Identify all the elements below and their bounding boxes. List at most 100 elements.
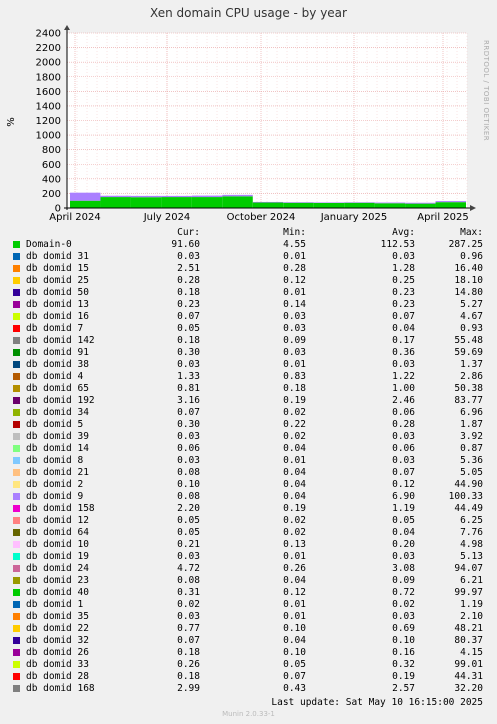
legend-swatch xyxy=(13,649,20,656)
legend-row: db domid 15 2.51 0.28 1.28 16.40 xyxy=(0,263,497,275)
legend-series-name: db domid 24 xyxy=(26,563,89,574)
legend-cur-value: 0.05 xyxy=(177,323,200,334)
legend-max-value: 99.97 xyxy=(454,587,483,598)
legend-series-name: db domid 13 xyxy=(26,299,89,310)
area-other-domains xyxy=(252,201,284,203)
legend-min-value: 0.03 xyxy=(283,347,306,358)
legend-min-value: 0.02 xyxy=(283,431,306,442)
area-domain-0 xyxy=(283,202,314,208)
legend-cur-value: 0.08 xyxy=(177,575,200,586)
x-tick-label: January 2025 xyxy=(320,212,388,223)
legend-series-name: db domid 31 xyxy=(26,251,89,262)
legend-series-name: db domid 7 xyxy=(26,323,84,334)
legend-swatch xyxy=(13,541,20,548)
legend-max-value: 100.33 xyxy=(448,491,483,502)
legend-min-value: 0.10 xyxy=(283,623,306,634)
legend-row: db domid 7 0.05 0.03 0.04 0.93 xyxy=(0,323,497,335)
legend-series-name: db domid 64 xyxy=(26,527,89,538)
legend-swatch xyxy=(13,361,20,368)
y-tick-label: 2400 xyxy=(36,29,61,40)
legend-min-value: 0.12 xyxy=(283,587,306,598)
legend-series-name: db domid 25 xyxy=(26,275,89,286)
area-other-domains xyxy=(161,195,192,198)
area-other-domains xyxy=(283,202,314,203)
legend-series-name: db domid 10 xyxy=(26,539,89,550)
legend-header: Cur: Min: Avg: Max: xyxy=(0,227,497,239)
legend-max-value: 59.69 xyxy=(454,347,483,358)
legend-swatch xyxy=(13,289,20,296)
legend-cur-value: 0.18 xyxy=(177,671,200,682)
legend-max-value: 1.37 xyxy=(460,359,483,370)
legend-cur-value: 0.03 xyxy=(177,431,200,442)
legend-swatch xyxy=(13,313,20,320)
legend-swatch xyxy=(13,325,20,332)
legend-row: db domid 23 0.08 0.04 0.09 6.21 xyxy=(0,575,497,587)
legend-row: db domid 21 0.08 0.04 0.07 5.05 xyxy=(0,467,497,479)
legend-max-value: 83.77 xyxy=(454,395,483,406)
legend-max-value: 5.36 xyxy=(460,455,483,466)
legend-min-value: 0.02 xyxy=(283,407,306,418)
legend-min-value: 0.07 xyxy=(283,671,306,682)
legend-swatch xyxy=(13,577,20,584)
legend-cur-value: 0.31 xyxy=(177,587,200,598)
legend-series-name: db domid 15 xyxy=(26,263,89,274)
legend-max-value: 4.67 xyxy=(460,311,483,322)
legend-swatch xyxy=(13,385,20,392)
legend-min-value: 0.04 xyxy=(283,491,306,502)
legend-cur-value: 0.18 xyxy=(177,647,200,658)
legend-series-name: db domid 50 xyxy=(26,287,89,298)
x-axis-arrow xyxy=(470,205,476,211)
legend-row: db domid 142 0.18 0.09 0.17 55.48 xyxy=(0,335,497,347)
area-domain-0 xyxy=(222,196,253,208)
col-cur-header: Cur: xyxy=(177,227,200,238)
y-tick-label: 1600 xyxy=(36,87,61,98)
legend-swatch xyxy=(13,505,20,512)
legend-row: db domid 40 0.31 0.12 0.72 99.97 xyxy=(0,587,497,599)
legend-swatch xyxy=(13,421,20,428)
col-min-header: Min: xyxy=(283,227,306,238)
legend-cur-value: 0.08 xyxy=(177,491,200,502)
legend-swatch xyxy=(13,409,20,416)
x-tick-labels: April 2024 July 2024 October 2024 January 2… xyxy=(49,212,468,223)
legend-swatch xyxy=(13,613,20,620)
y-axis-label: % xyxy=(6,117,17,127)
legend-max-value: 5.05 xyxy=(460,467,483,478)
area-other-domains xyxy=(70,192,101,201)
legend-series-name: db domid 65 xyxy=(26,383,89,394)
legend-swatch xyxy=(13,337,20,344)
legend-cur-value: 0.81 xyxy=(177,383,200,394)
legend-min-value: 0.26 xyxy=(283,563,306,574)
legend-cur-value: 0.08 xyxy=(177,467,200,478)
legend-cur-value: 91.60 xyxy=(171,239,200,250)
legend-cur-value: 0.07 xyxy=(177,311,200,322)
legend-max-value: 3.92 xyxy=(460,431,483,442)
legend-series-name: db domid 4 xyxy=(26,371,84,382)
x-tick-label: July 2024 xyxy=(143,212,191,223)
legend-min-value: 0.19 xyxy=(283,395,306,406)
chart-plot: 0200400600800100012001400160018002000220… xyxy=(6,25,490,223)
legend-max-value: 44.31 xyxy=(454,671,483,682)
legend-swatch xyxy=(13,685,20,692)
legend-series-name: db domid 22 xyxy=(26,623,89,634)
legend-row: db domid 16 0.07 0.03 0.07 4.67 xyxy=(0,311,497,323)
legend-min-value: 0.14 xyxy=(283,299,306,310)
area-other-domains xyxy=(435,201,466,203)
legend-row: db domid 65 0.81 0.18 1.00 50.38 xyxy=(0,383,497,395)
y-tick-label: 2000 xyxy=(36,58,61,69)
legend-max-value: 1.19 xyxy=(460,599,483,610)
y-axis-arrow xyxy=(64,25,70,30)
legend-swatch xyxy=(13,553,20,560)
legend-series-name: db domid 158 xyxy=(26,503,95,514)
legend-max-value: 6.25 xyxy=(460,515,483,526)
legend-swatch xyxy=(13,493,20,500)
legend-swatch xyxy=(13,625,20,632)
legend-row: db domid 64 0.05 0.02 0.04 7.76 xyxy=(0,527,497,539)
legend-max-value: 6.21 xyxy=(460,575,483,586)
legend-series-name: db domid 19 xyxy=(26,551,89,562)
legend: Domain-0 91.60 4.55 112.53 287.25 db domid 31… xyxy=(0,239,497,695)
legend-series-name: db domid 8 xyxy=(26,455,84,466)
x-tick-label: April 2025 xyxy=(417,212,468,223)
legend-min-value: 0.13 xyxy=(283,539,306,550)
legend-max-value: 44.49 xyxy=(454,503,483,514)
legend-cur-value: 0.10 xyxy=(177,479,200,490)
